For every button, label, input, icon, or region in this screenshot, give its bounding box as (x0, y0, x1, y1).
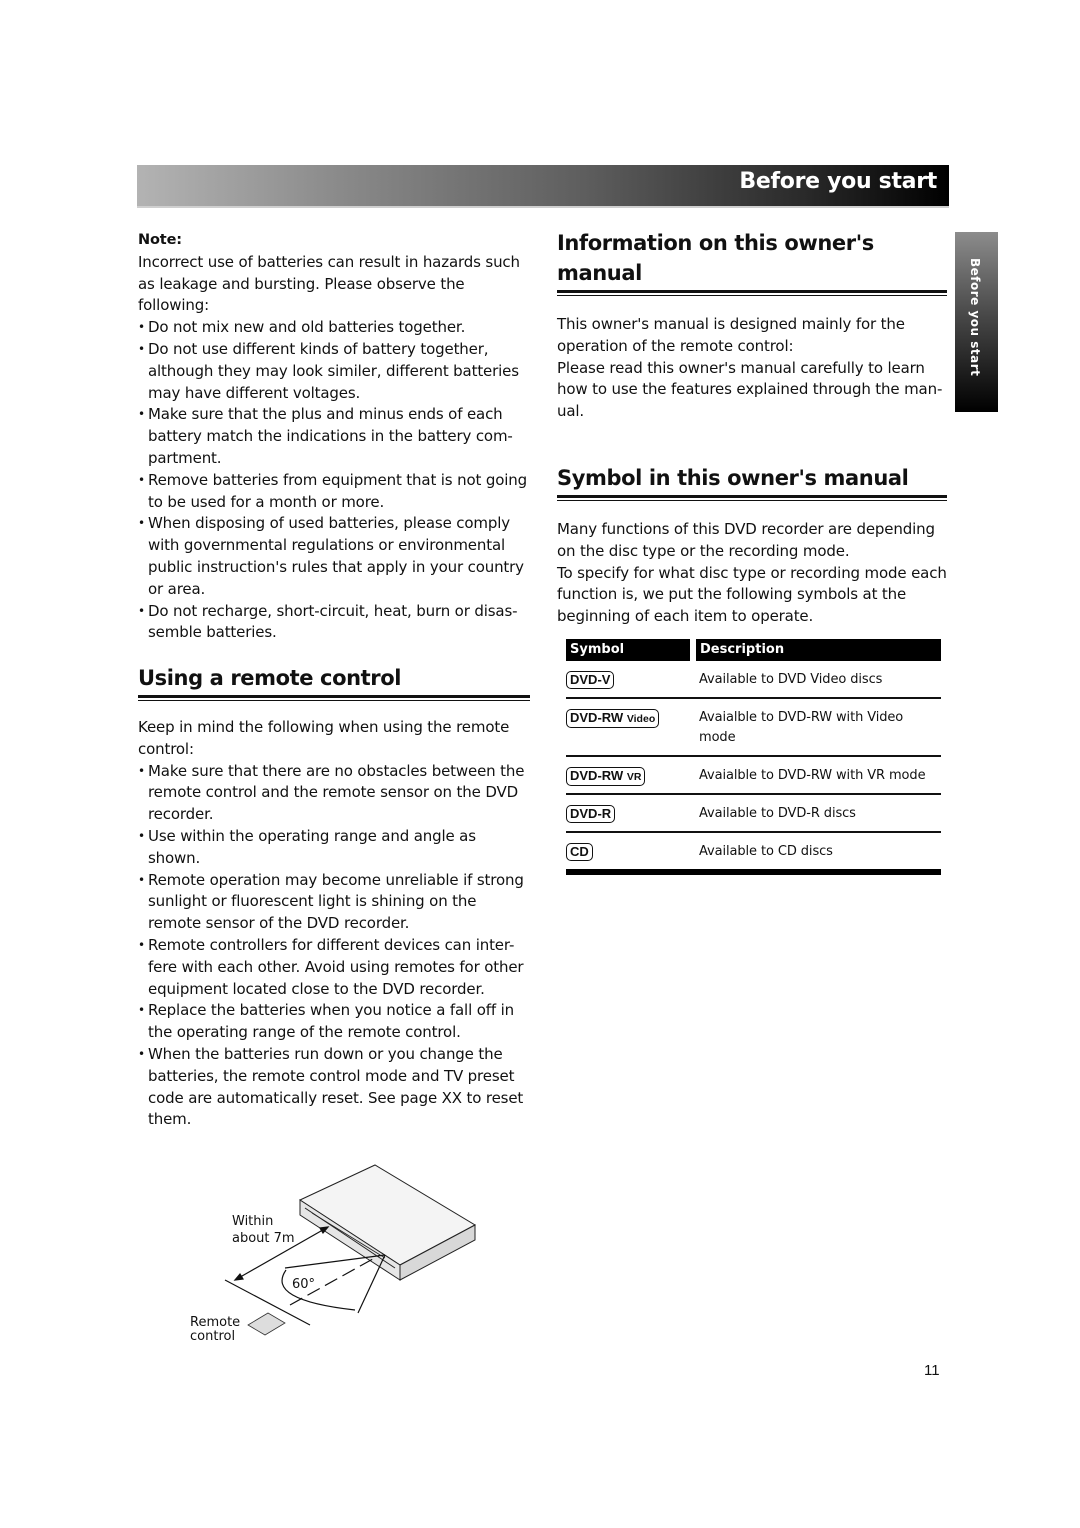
heading-rule (557, 290, 947, 296)
symbol-paragraph-2: To specify for what disc type or recordi… (557, 563, 947, 626)
remote-section: Using a remote control Keep in mind the … (138, 663, 530, 1131)
symbol-description: Available to DVD-R discs (699, 806, 856, 821)
remote-list: Make sure that there are no obstacles be… (138, 761, 530, 1132)
battery-note: Note: Incorrect use of batteries can res… (138, 230, 530, 644)
side-tab: Before you start (955, 232, 998, 412)
symbol-badge-cd: CD (566, 843, 593, 861)
remote-item: Remote controllers for different devices… (138, 935, 530, 1000)
heading-rule (557, 495, 947, 501)
remote-control-illustration (247, 1312, 286, 1336)
table-row: DVD-RW VR Avaialble to DVD-RW with VR mo… (566, 757, 941, 795)
symbol-badge-dvd-v: DVD-V (566, 671, 615, 689)
remote-range-diagram: Within about 7m 60° Remote control (190, 1164, 477, 1344)
remote-item: Replace the batteries when you notice a … (138, 1000, 530, 1044)
remote-label-2: control (190, 1329, 235, 1344)
table-header: Symbol Description (566, 639, 941, 661)
header-symbol: Symbol (566, 639, 690, 661)
note-item: Make sure that the plus and minus ends o… (138, 404, 530, 469)
symbol-badge-dvd-r: DVD-R (566, 805, 616, 823)
note-item: Do not use different kinds of battery to… (138, 339, 530, 404)
table-row: DVD-R Available to DVD-R discs (566, 795, 941, 833)
symbol-description: Available to DVD Video discs (699, 672, 883, 687)
note-item: Do not mix new and old batteries togethe… (138, 317, 530, 339)
note-item: Remove batteries from equipment that is … (138, 470, 530, 514)
page-number: 11 (924, 1362, 940, 1379)
symbol-badge-dvd-rw-vr: DVD-RW VR (566, 767, 646, 786)
remote-section-heading: Using a remote control (138, 666, 402, 690)
symbol-table: Symbol Description DVD-V Available to DV… (566, 639, 941, 875)
heading-rule (138, 695, 530, 701)
note-intro: Incorrect use of batteries can result in… (138, 252, 520, 315)
note-item: When disposing of used batteries, please… (138, 513, 530, 600)
info-section-heading: Information on this owner's manual (557, 231, 874, 285)
info-section: Information on this owner's manual This … (557, 228, 952, 423)
remote-intro: Keep in mind the following when using th… (138, 718, 510, 758)
symbol-description: Avaialble to DVD-RW with Video mode (699, 710, 904, 745)
side-tab-label: Before you start (968, 258, 982, 377)
distance-label-2: about 7m (232, 1231, 295, 1246)
remote-item: Remote operation may become unreliable i… (138, 870, 530, 935)
table-row: DVD-V Available to DVD Video discs (566, 661, 941, 699)
symbol-paragraph-1: Many functions of this DVD recorder are … (557, 520, 935, 560)
distance-label-1: Within (232, 1214, 273, 1229)
section-banner: Before you start (137, 165, 949, 208)
header-description: Description (696, 639, 941, 661)
angle-label: 60° (292, 1277, 315, 1292)
note-label: Note: (138, 232, 182, 248)
table-row: CD Available to CD discs (566, 833, 941, 875)
remote-item: When the batteries run down or you chang… (138, 1044, 530, 1131)
remote-item: Make sure that there are no obstacles be… (138, 761, 530, 826)
remote-label-1: Remote (190, 1315, 240, 1330)
remote-item: Use within the operating range and angle… (138, 826, 530, 870)
info-paragraph-2: Please read this owner's manual carefull… (557, 358, 943, 421)
symbol-section-heading: Symbol in this owner's manual (557, 466, 909, 490)
note-item: Do not recharge, short-circuit, heat, bu… (138, 601, 530, 645)
table-row: DVD-RW Video Avaialble to DVD-RW with Vi… (566, 699, 941, 757)
banner-title: Before you start (739, 169, 937, 194)
info-paragraph-1: This owner's manual is designed mainly f… (557, 315, 905, 355)
note-list: Do not mix new and old batteries togethe… (138, 317, 530, 644)
symbol-description: Available to CD discs (699, 844, 833, 859)
symbol-section: Symbol in this owner's manual Many funct… (557, 463, 952, 628)
symbol-badge-dvd-rw-video: DVD-RW Video (566, 709, 660, 728)
symbol-description: Avaialble to DVD-RW with VR mode (699, 768, 926, 783)
